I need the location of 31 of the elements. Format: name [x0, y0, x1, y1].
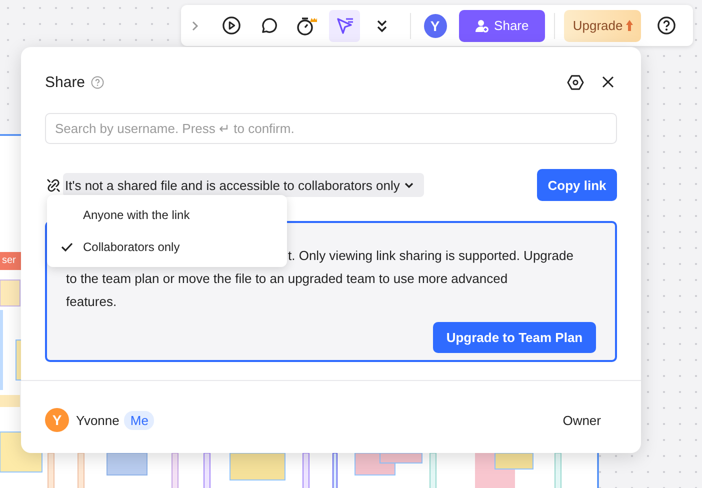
close-icon[interactable]: [602, 76, 614, 88]
notice-text: t. Only viewing link sharing is supported. Upgrade: [288, 247, 574, 265]
cursor-icon: [334, 16, 355, 36]
menu-option[interactable]: Anyone with the link: [83, 208, 190, 222]
settings-icon[interactable]: [567, 74, 584, 90]
notice-text: to the team plan or move the file to an upgraded team to use more advanced features.: [66, 270, 508, 311]
menu-option[interactable]: Collaborators only: [83, 240, 180, 254]
unlink-icon: [46, 178, 61, 192]
member-avatar: Y: [45, 408, 69, 432]
access-dropdown[interactable]: It's not a shared file and is accessible to collaborators only: [63, 173, 424, 197]
timer-icon: [296, 16, 318, 36]
search-field[interactable]: Search by username. Press ↵ to confirm.: [45, 113, 617, 144]
chevron-right-icon: [190, 20, 199, 32]
double-chevron-icon: [376, 18, 388, 32]
arrow-up-icon: [626, 20, 633, 31]
upgrade-plan-button[interactable]: Upgrade to Team Plan: [433, 322, 596, 353]
dialog-title: Share: [45, 74, 86, 90]
copy-link-button[interactable]: Copy link: [537, 169, 617, 201]
user-avatar[interactable]: Y: [424, 14, 447, 38]
play-icon: [222, 16, 242, 35]
member-name: Yvonne: [76, 412, 120, 428]
member-role: Owner: [562, 412, 601, 428]
comment-icon: [260, 17, 278, 34]
laser-tool[interactable]: [329, 10, 360, 42]
share-button[interactable]: Share: [458, 10, 546, 42]
help-icon: [657, 16, 676, 35]
add-user-icon: [475, 18, 490, 32]
upgrade-button[interactable]: Upgrade: [564, 10, 642, 42]
chevron-down-icon: [404, 182, 414, 188]
help-icon[interactable]: [91, 76, 104, 88]
me-badge: Me: [124, 410, 154, 430]
